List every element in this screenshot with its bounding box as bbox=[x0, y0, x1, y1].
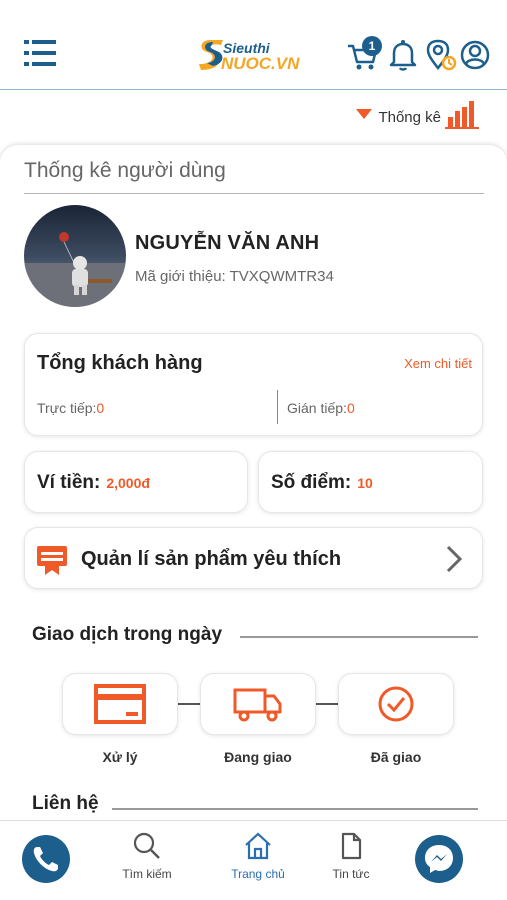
bookmark-board-icon bbox=[35, 544, 69, 576]
contact-heading: Liên hệ bbox=[32, 793, 109, 815]
indirect-customers: Gián tiếp:0 bbox=[287, 400, 355, 416]
view-detail-link[interactable]: Xem chi tiết bbox=[404, 356, 472, 371]
referral-code: TVXQWMTR34 bbox=[229, 268, 334, 285]
user-stats-card: Thống kê người dùng NGUYỄN VĂN ANH Mã gi… bbox=[0, 145, 507, 825]
step-connector bbox=[316, 703, 340, 705]
nav-news[interactable]: Tin tức bbox=[311, 831, 391, 891]
step-delivering-label: Đang giao bbox=[224, 749, 292, 765]
credit-card-icon bbox=[94, 684, 146, 724]
document-icon bbox=[341, 832, 362, 860]
messenger-button[interactable] bbox=[415, 835, 463, 883]
wallet-box[interactable]: Ví tiền: 2,000đ bbox=[24, 451, 248, 513]
nav-news-label: Tin tức bbox=[332, 867, 370, 881]
step-delivered-label: Đã giao bbox=[370, 749, 422, 765]
site-logo[interactable]: Sieuthi NUOC.VN bbox=[197, 36, 315, 76]
chevron-right-icon bbox=[444, 544, 464, 574]
direct-label: Trực tiếp: bbox=[37, 400, 97, 416]
indirect-value: 0 bbox=[346, 400, 355, 416]
section-divider bbox=[240, 636, 478, 638]
indirect-label: Gián tiếp: bbox=[287, 400, 347, 416]
step-processing[interactable] bbox=[62, 673, 178, 735]
user-name: NGUYỄN VĂN ANH bbox=[135, 232, 320, 254]
location-icon[interactable] bbox=[424, 38, 458, 72]
step-connector bbox=[178, 703, 202, 705]
direct-customers: Trực tiếp:0 bbox=[37, 400, 104, 416]
favorite-products-label: Quản lí sản phẩm yêu thích bbox=[81, 548, 342, 570]
phone-icon bbox=[33, 847, 58, 872]
points-box[interactable]: Số điểm: 10 bbox=[258, 451, 483, 513]
logo-bottom-text: NUOC.VN bbox=[221, 54, 300, 73]
nav-home-label: Trang chủ bbox=[231, 867, 285, 881]
bar-chart-icon bbox=[445, 101, 479, 129]
caret-down-icon bbox=[356, 109, 373, 119]
nav-search-label: Tìm kiếm bbox=[122, 867, 172, 881]
section-divider bbox=[112, 808, 478, 810]
points-value: 10 bbox=[357, 475, 373, 491]
points-label: Số điểm: bbox=[271, 472, 352, 493]
stats-toggle[interactable]: Thống kê bbox=[356, 98, 479, 130]
step-processing-label: Xử lý bbox=[102, 749, 138, 765]
menu-icon[interactable] bbox=[24, 38, 56, 68]
step-delivering[interactable] bbox=[200, 673, 316, 735]
favorite-products-button[interactable]: Quản lí sản phẩm yêu thích bbox=[24, 527, 483, 589]
stats-toggle-label: Thống kê bbox=[378, 108, 441, 126]
card-title: Thống kê người dùng bbox=[24, 159, 484, 194]
nav-home[interactable]: Trang chủ bbox=[218, 831, 298, 891]
nav-search[interactable]: Tìm kiếm bbox=[107, 831, 187, 891]
step-delivered[interactable] bbox=[338, 673, 454, 735]
referral-code-line: Mã giới thiệu: TVXQWMTR34 bbox=[135, 268, 334, 285]
check-circle-icon bbox=[378, 686, 414, 722]
divider bbox=[277, 390, 278, 424]
total-customers-box: Tổng khách hàng Xem chi tiết Trực tiếp:0… bbox=[24, 333, 483, 436]
phone-call-button[interactable] bbox=[22, 835, 70, 883]
direct-value: 0 bbox=[96, 400, 105, 416]
avatar bbox=[24, 205, 126, 307]
wallet-value: 2,000đ bbox=[106, 475, 150, 491]
messenger-icon bbox=[425, 845, 453, 873]
cart-count-badge: 1 bbox=[362, 36, 382, 56]
transactions-heading: Giao dịch trong ngày bbox=[32, 624, 233, 646]
truck-icon bbox=[233, 688, 282, 722]
referral-label: Mã giới thiệu: bbox=[135, 268, 226, 285]
wallet-label: Ví tiền: bbox=[37, 472, 101, 493]
bell-icon[interactable] bbox=[386, 38, 420, 72]
search-icon bbox=[133, 832, 160, 859]
total-customers-title: Tổng khách hàng bbox=[37, 352, 203, 374]
bottom-navigation: Tìm kiếm Trang chủ Tin tức bbox=[0, 820, 507, 900]
top-header: Sieuthi NUOC.VN 1 bbox=[0, 0, 507, 90]
home-icon bbox=[245, 832, 271, 860]
user-icon[interactable] bbox=[458, 38, 492, 72]
